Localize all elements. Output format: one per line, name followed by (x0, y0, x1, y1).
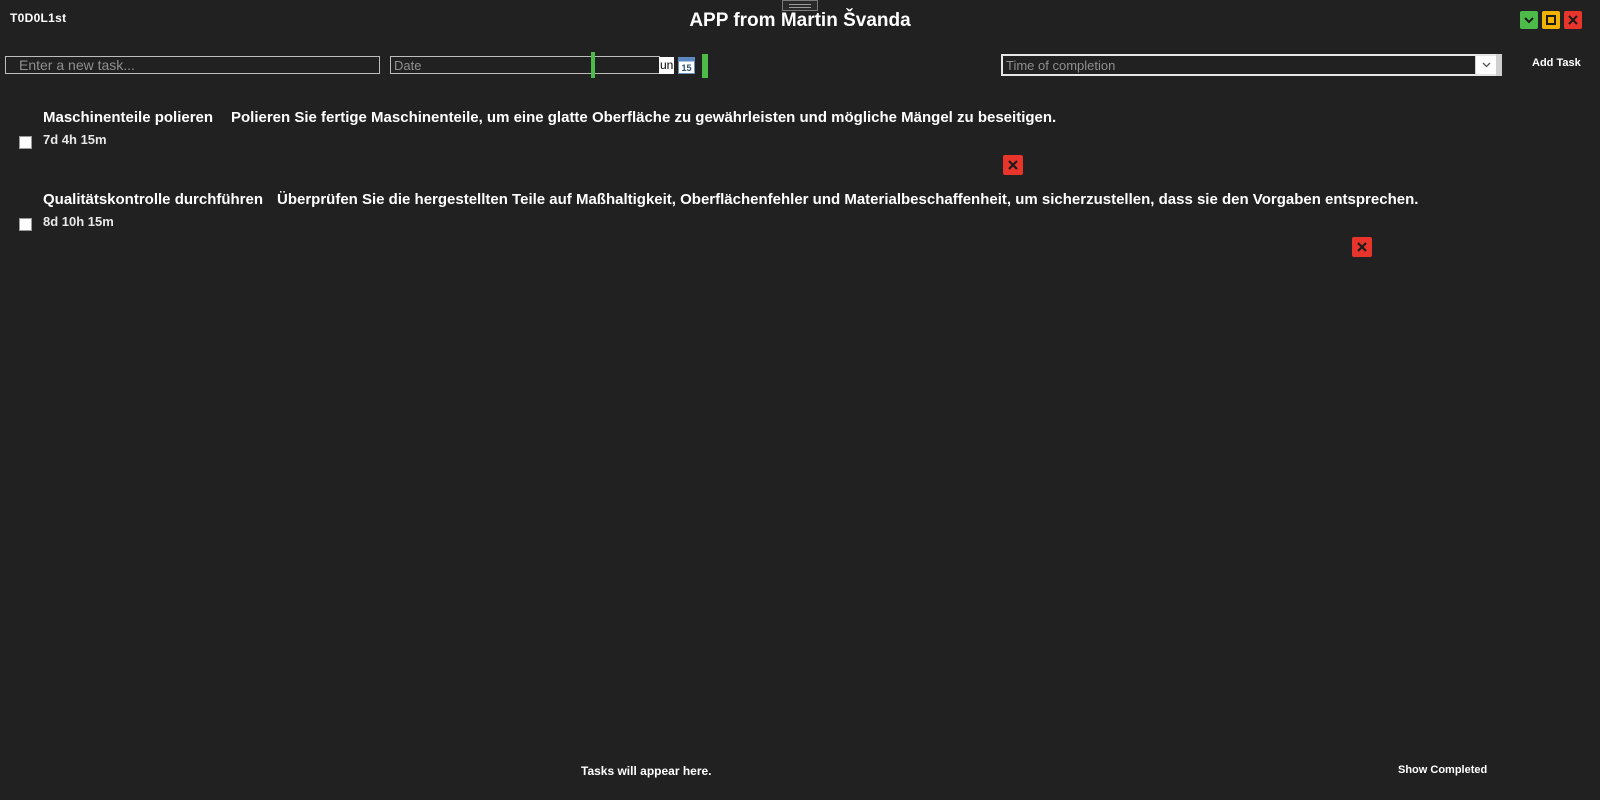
tasks-placeholder-hint: Tasks will appear here. (581, 764, 712, 778)
task-time-remaining: 8d 10h 15m (43, 214, 114, 229)
minimize-button[interactable] (1520, 11, 1538, 29)
task-complete-checkbox[interactable] (19, 218, 32, 231)
app-window: T0D0L1st APP from Martin Švanda un (0, 0, 1600, 800)
select-scrollbar[interactable] (1496, 54, 1502, 76)
chevron-down-icon (1482, 62, 1490, 68)
calendar-icon[interactable]: 15 (678, 56, 695, 74)
square-icon (1546, 15, 1556, 25)
page-title: APP from Martin Švanda (689, 10, 911, 31)
task-input[interactable] (5, 56, 380, 74)
task-time-remaining: 7d 4h 15m (43, 132, 107, 147)
maximize-button[interactable] (1542, 11, 1560, 29)
task-complete-checkbox[interactable] (19, 136, 32, 149)
calendar-icon-label: 15 (681, 63, 691, 73)
show-completed-button[interactable]: Show Completed (1398, 764, 1487, 776)
date-confirm-bar (702, 54, 708, 78)
dropdown-arrow-button[interactable] (1475, 56, 1496, 74)
task-name: Maschinenteile polieren (43, 109, 214, 126)
task-name: Qualitätskontrolle durchführen (43, 191, 264, 208)
window-controls (1520, 11, 1582, 29)
date-input[interactable] (390, 56, 660, 74)
task-description: Überprüfen Sie die hergestellten Teile a… (277, 191, 1419, 208)
close-button[interactable] (1564, 11, 1582, 29)
chevron-down-icon (1524, 17, 1534, 24)
date-caret-marker (591, 52, 595, 78)
add-task-button[interactable]: Add Task (1532, 57, 1581, 69)
close-icon (1568, 15, 1578, 25)
delete-task-button[interactable] (1003, 155, 1023, 175)
close-icon (1008, 160, 1018, 170)
delete-task-button[interactable] (1352, 237, 1372, 257)
date-suffix: un (659, 57, 675, 74)
close-icon (1357, 242, 1367, 252)
time-of-completion-select[interactable]: Time of completion (1001, 54, 1502, 76)
time-select-value: Time of completion (1006, 58, 1116, 73)
task-description: Polieren Sie fertige Maschinenteile, um … (231, 109, 1057, 126)
